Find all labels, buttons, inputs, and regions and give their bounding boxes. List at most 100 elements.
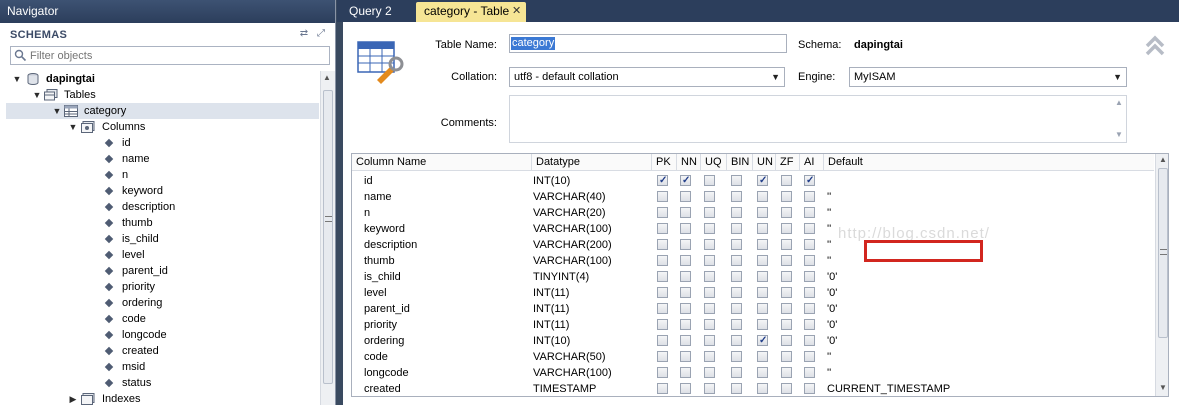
checkbox-nn[interactable] [680, 255, 691, 266]
cell-datatype[interactable]: VARCHAR(50) [533, 349, 606, 365]
header-column-name[interactable]: Column Name [352, 154, 532, 171]
cell-column-name[interactable]: level [364, 285, 387, 301]
checkbox-nn[interactable] [680, 173, 691, 189]
collapse-panel-icon[interactable] [1143, 34, 1167, 58]
tree-node-table-category[interactable]: ▼ category [6, 103, 319, 119]
checkbox-ai[interactable] [804, 303, 815, 314]
tree-node-column[interactable]: n [0, 167, 320, 183]
checkbox-bin[interactable] [731, 223, 742, 234]
checkbox-zf[interactable] [781, 335, 792, 346]
checkbox-un[interactable] [757, 367, 768, 378]
checkbox-ai[interactable] [804, 335, 815, 346]
table-row[interactable]: n VARCHAR(20) '' [352, 205, 1154, 221]
table-row[interactable]: thumb VARCHAR(100) '' [352, 253, 1154, 269]
refresh-icon[interactable]: ⇄ [298, 28, 310, 40]
checkbox-nn[interactable] [680, 335, 691, 346]
checkbox-zf[interactable] [781, 351, 792, 362]
checkbox-pk[interactable] [657, 191, 668, 202]
header-datatype[interactable]: Datatype [532, 154, 652, 171]
tree-node-tables[interactable]: ▼ Tables [0, 87, 320, 103]
tree-node-column[interactable]: id [0, 135, 320, 151]
checkbox-nn[interactable] [680, 239, 691, 250]
collapse-arrow-icon[interactable]: ▼ [32, 87, 42, 103]
table-row[interactable]: keyword VARCHAR(100) '' [352, 221, 1154, 237]
close-icon[interactable]: ✕ [512, 2, 521, 21]
checkbox-nn[interactable] [680, 223, 691, 234]
expand-arrow-icon[interactable]: ▶ [68, 391, 78, 405]
scroll-down-icon[interactable]: ▼ [1159, 383, 1167, 392]
table-row[interactable]: longcode VARCHAR(100) '' [352, 365, 1154, 381]
checkbox-pk[interactable] [657, 223, 668, 234]
tree-node-column[interactable]: description [0, 199, 320, 215]
collapse-arrow-icon[interactable]: ▼ [52, 103, 62, 119]
checkbox-ai[interactable] [804, 271, 815, 282]
comments-scrollbar[interactable]: ▲ ▼ [1112, 96, 1126, 142]
checkbox-pk[interactable] [657, 207, 668, 218]
checkbox-un[interactable] [757, 333, 768, 349]
cell-datatype[interactable]: INT(11) [533, 317, 569, 333]
tree-node-column[interactable]: longcode [0, 327, 320, 343]
cell-default[interactable]: '0' [827, 333, 837, 349]
checkbox-uq[interactable] [704, 303, 715, 314]
cell-datatype[interactable]: VARCHAR(100) [533, 365, 612, 381]
checkbox-un[interactable] [757, 287, 768, 298]
checkbox-pk[interactable] [657, 239, 668, 250]
checkbox-uq[interactable] [704, 207, 715, 218]
checkbox-uq[interactable] [704, 255, 715, 266]
checkbox-pk[interactable] [657, 319, 668, 330]
checkbox-uq[interactable] [704, 271, 715, 282]
cell-column-name[interactable]: keyword [364, 221, 405, 237]
checkbox-ai[interactable] [804, 351, 815, 362]
table-row[interactable]: name VARCHAR(40) '' [352, 189, 1154, 205]
cell-column-name[interactable]: created [364, 381, 401, 396]
table-row[interactable]: parent_id INT(11) '0' [352, 301, 1154, 317]
table-row[interactable]: id INT(10) [352, 173, 1154, 189]
cell-datatype[interactable]: VARCHAR(200) [533, 237, 612, 253]
checkbox-un[interactable] [757, 319, 768, 330]
checkbox-bin[interactable] [731, 191, 742, 202]
tree-node-column[interactable]: ordering [0, 295, 320, 311]
checkbox-uq[interactable] [704, 351, 715, 362]
table-row[interactable]: priority INT(11) '0' [352, 317, 1154, 333]
cell-datatype[interactable]: VARCHAR(100) [533, 221, 612, 237]
cell-column-name[interactable]: code [364, 349, 388, 365]
checkbox-nn[interactable] [680, 319, 691, 330]
checkbox-zf[interactable] [781, 367, 792, 378]
checkbox-ai[interactable] [804, 207, 815, 218]
scroll-up-icon[interactable]: ▲ [323, 73, 331, 82]
filter-box[interactable] [10, 46, 330, 65]
checkbox-bin[interactable] [731, 383, 742, 394]
checkbox-un[interactable] [757, 271, 768, 282]
grid-scrollbar[interactable]: ▲ ▼ [1155, 154, 1168, 396]
checkbox-bin[interactable] [731, 239, 742, 250]
checkbox-nn[interactable] [680, 207, 691, 218]
checkbox-pk[interactable] [657, 303, 668, 314]
table-name-input[interactable]: category [509, 34, 787, 53]
checkbox-un[interactable] [757, 383, 768, 394]
checkbox-pk[interactable] [657, 367, 668, 378]
tree-node-column[interactable]: level [0, 247, 320, 263]
checkbox-un[interactable] [757, 223, 768, 234]
header-pk[interactable]: PK [652, 154, 677, 171]
checkbox-ai[interactable] [804, 191, 815, 202]
checkbox-un[interactable] [757, 207, 768, 218]
checkbox-bin[interactable] [731, 271, 742, 282]
cell-column-name[interactable]: is_child [364, 269, 401, 285]
tree-node-column[interactable]: status [0, 375, 320, 391]
header-nn[interactable]: NN [677, 154, 701, 171]
collapse-arrow-icon[interactable]: ▼ [12, 71, 22, 87]
cell-default[interactable]: '0' [827, 269, 837, 285]
header-default[interactable]: Default [824, 154, 1154, 171]
scroll-thumb[interactable] [1158, 168, 1168, 338]
cell-datatype[interactable]: VARCHAR(100) [533, 253, 612, 269]
checkbox-zf[interactable] [781, 255, 792, 266]
cell-default[interactable]: '' [827, 349, 831, 365]
checkbox-uq[interactable] [704, 335, 715, 346]
checkbox-pk[interactable] [657, 173, 668, 189]
checkbox-zf[interactable] [781, 223, 792, 234]
cell-column-name[interactable]: ordering [364, 333, 404, 349]
checkbox-un[interactable] [757, 255, 768, 266]
checkbox-nn[interactable] [680, 351, 691, 362]
checkbox-uq[interactable] [704, 175, 715, 186]
checkbox-un[interactable] [757, 173, 768, 189]
